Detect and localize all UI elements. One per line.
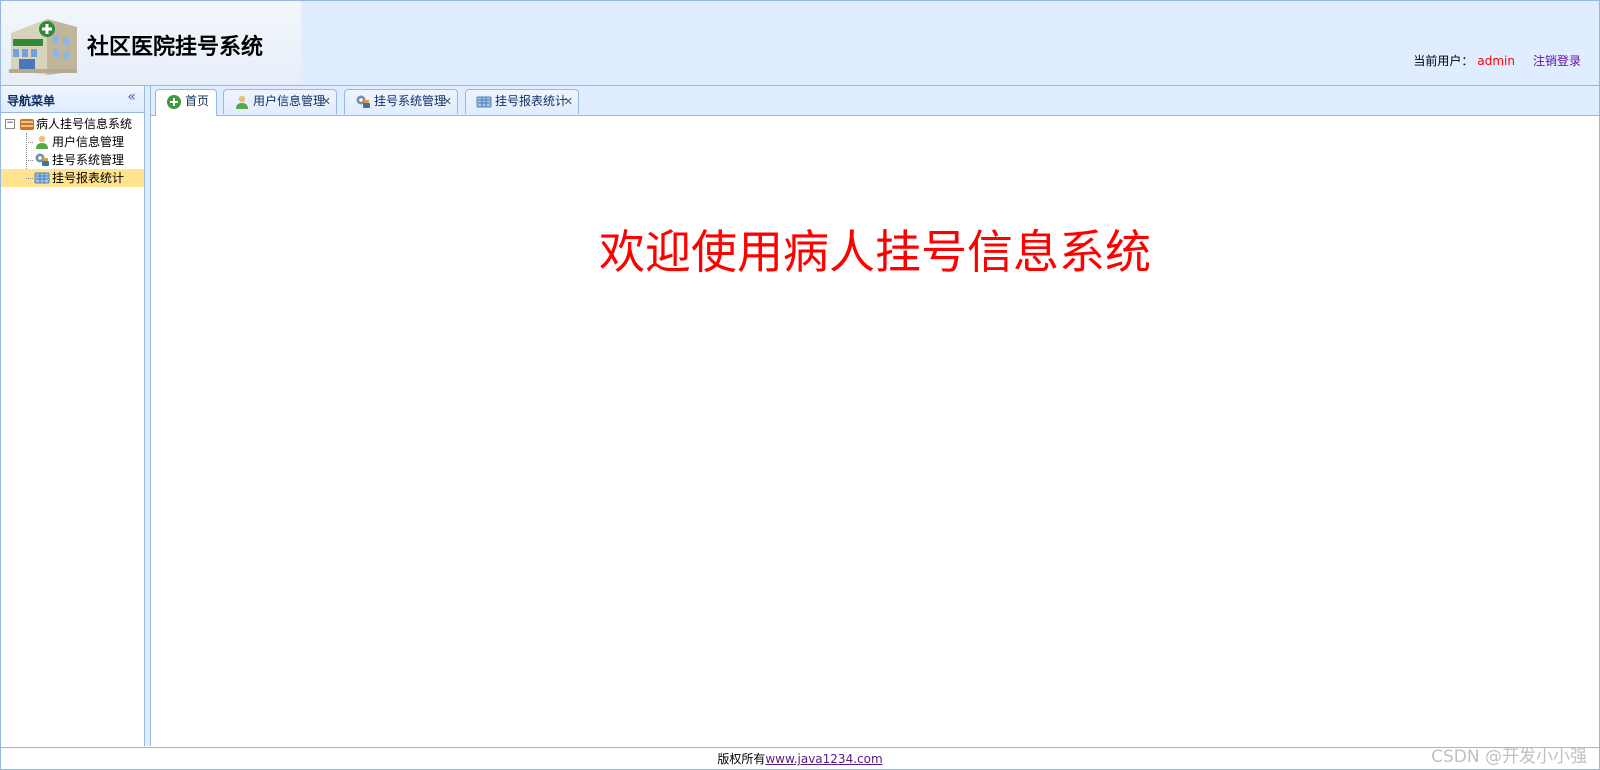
nav-title: 导航菜单	[7, 94, 56, 108]
close-icon[interactable]: ✕	[443, 90, 452, 113]
copyright-label: 版权所有	[717, 752, 766, 766]
tab-content-home: 欢迎使用病人挂号信息系统	[151, 116, 1599, 746]
tree-branch-line	[26, 142, 33, 143]
tab-label: 挂号报表统计	[495, 94, 568, 108]
report-icon	[476, 96, 492, 108]
app-window: 社区医院挂号系统 当前用户： admin 注销登录 导航菜单 « − 病人挂号信息系…	[0, 0, 1600, 770]
user-icon	[36, 135, 48, 149]
tabs-panel: 首页 用户信息管理 ✕ 挂号系统管理 ✕ 挂号报表统计 ✕ 欢迎使用病人挂号信息…	[151, 86, 1599, 746]
footer: 版权所有www.java1234.com	[1, 747, 1599, 769]
hospital-building-icon	[9, 19, 77, 75]
tree-node-label: 挂号系统管理	[52, 153, 125, 167]
report-icon	[34, 172, 50, 184]
tree-collapse-toggle[interactable]: −	[5, 119, 15, 129]
tab-label: 首页	[185, 94, 210, 108]
header: 社区医院挂号系统 当前用户： admin 注销登录	[1, 1, 1599, 86]
tab-label: 用户信息管理	[253, 94, 326, 108]
tree-node-user-management[interactable]: 用户信息管理	[1, 133, 144, 151]
tree-node-registration-management[interactable]: 挂号系统管理	[1, 151, 144, 169]
tools-icon	[35, 153, 49, 166]
user-area: 当前用户： admin 注销登录	[1413, 52, 1581, 69]
nav-panel: 导航菜单 « − 病人挂号信息系统 用户信息管理 挂号系统管理 挂号报表统计	[1, 86, 145, 746]
user-icon	[236, 95, 248, 109]
watermark: CSDN @开发小小强	[1431, 747, 1587, 767]
tab-user-management[interactable]: 用户信息管理 ✕	[223, 89, 337, 114]
double-chevron-left-icon[interactable]: «	[127, 89, 136, 105]
welcome-message: 欢迎使用病人挂号信息系统	[599, 225, 1151, 279]
tab-label: 挂号系统管理	[374, 94, 447, 108]
home-plus-icon	[167, 95, 181, 109]
tab-registration-management[interactable]: 挂号系统管理 ✕	[344, 89, 458, 114]
tools-icon	[356, 95, 370, 108]
tree-node-root-label: 病人挂号信息系统	[36, 117, 133, 131]
tree-branch-line	[26, 160, 33, 161]
current-user-label: 当前用户：	[1413, 54, 1474, 68]
tabs-bar: 首页 用户信息管理 ✕ 挂号系统管理 ✕ 挂号报表统计 ✕	[151, 86, 1599, 116]
logo-block: 社区医院挂号系统	[1, 1, 301, 85]
footer-link[interactable]: www.java1234.com	[765, 752, 882, 766]
close-icon[interactable]: ✕	[564, 90, 573, 113]
tree-node-label: 挂号报表统计	[52, 171, 125, 185]
current-username: admin	[1477, 54, 1515, 68]
app-title: 社区医院挂号系统	[87, 35, 264, 60]
tree-node-registration-report[interactable]: 挂号报表统计	[1, 169, 144, 187]
database-icon	[20, 119, 34, 130]
nav-header: 导航菜单 «	[1, 86, 144, 113]
tree-node-label: 用户信息管理	[52, 135, 125, 149]
tab-home[interactable]: 首页	[155, 89, 217, 116]
tree-node-root[interactable]: − 病人挂号信息系统	[1, 115, 144, 133]
close-icon[interactable]: ✕	[322, 90, 331, 113]
tree-branch-line	[26, 178, 33, 179]
nav-tree: − 病人挂号信息系统 用户信息管理 挂号系统管理 挂号报表统计	[1, 113, 144, 187]
logout-link[interactable]: 注销登录	[1533, 54, 1581, 68]
tab-registration-report[interactable]: 挂号报表统计 ✕	[465, 89, 579, 114]
